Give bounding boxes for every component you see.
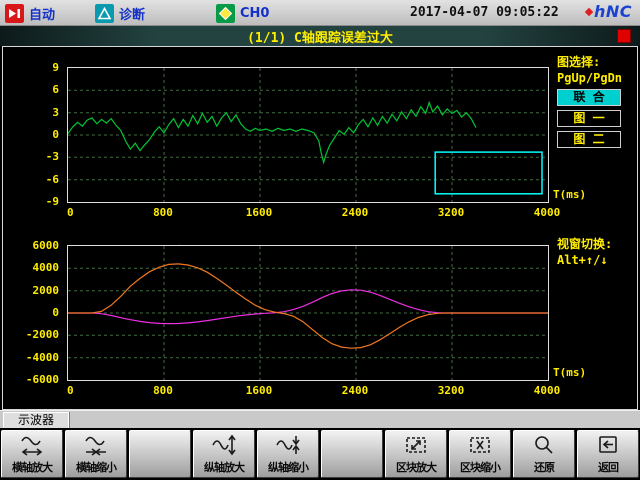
right-panel: 图选择: PgUp/PgDn 联 合 图 一 图 二 视窗切换: Alt+↑/↓ xyxy=(555,47,637,411)
alarm-indicator-light xyxy=(617,29,631,43)
blank-softkey-1[interactable] xyxy=(129,430,191,478)
vertical-zoom-in-icon xyxy=(211,433,237,461)
y-tick-label: 4000 xyxy=(3,261,59,274)
datetime-display: 2017-04-07 09:05:22 xyxy=(410,5,559,20)
back-return-icon xyxy=(595,433,621,461)
series-C xyxy=(68,290,548,324)
reset-view-label: 还原 xyxy=(514,459,574,475)
hzoom-out-button[interactable]: 横轴缩小 xyxy=(65,430,127,478)
hnc-logo-text: hNC xyxy=(594,2,632,21)
alarm-bar: (1/1) C轴跟踪误差过大 xyxy=(0,26,640,46)
auto-mode-label: 自动 xyxy=(29,4,55,23)
y-tick-label: -6 xyxy=(3,173,59,186)
block-zoom-in-label: 区块放大 xyxy=(386,459,446,475)
block-zoom-out-icon xyxy=(467,433,493,461)
y-tick-label: 2000 xyxy=(3,284,59,297)
y-tick-label: -3 xyxy=(3,150,59,163)
oscilloscope-area: E(Z-C)um 同步误差: Max: 4.366 um Min: -3.710… xyxy=(2,46,638,410)
reset-view-button[interactable]: 还原 xyxy=(513,430,575,478)
x-tick-label: 0 xyxy=(67,384,74,397)
x-tick-label: 800 xyxy=(153,384,173,397)
hzoom-in-button[interactable]: 横轴放大 xyxy=(1,430,63,478)
hnc-logo: hNC xyxy=(586,2,632,21)
auto-mode-icon xyxy=(5,4,24,23)
window-switch-title: 视窗切换: xyxy=(557,235,612,252)
block-zoom-in-icon xyxy=(403,433,429,461)
x-tick-label: 800 xyxy=(153,206,173,219)
y-tick-label: -6000 xyxy=(3,373,59,386)
softkey-toolbar: 横轴放大 横轴缩小 纵轴放大 xyxy=(0,428,640,480)
y-tick-label: 6 xyxy=(3,83,59,96)
x-tick-label: 3200 xyxy=(438,384,465,397)
blank-softkey-2[interactable] xyxy=(321,430,383,478)
chart-option-chart2[interactable]: 图 二 xyxy=(557,131,621,148)
x-tick-label: 1600 xyxy=(246,206,273,219)
y-tick-label: -4000 xyxy=(3,351,59,364)
vzoom-in-label: 纵轴放大 xyxy=(194,459,254,475)
y-tick-label: 6000 xyxy=(3,239,59,252)
horizontal-zoom-in-icon xyxy=(19,433,45,461)
y-tick-label: -2000 xyxy=(3,328,59,341)
speed-chart-block: Z (mm/min) / C (r/min) 6000400020000-200… xyxy=(3,225,636,409)
chart-select-group: 图选择: PgUp/PgDn 联 合 图 一 图 二 xyxy=(555,53,622,148)
back-label: 返回 xyxy=(578,459,638,475)
diagnosis-label: 诊断 xyxy=(119,4,145,23)
window-switch-group: 视窗切换: Alt+↑/↓ xyxy=(555,235,612,268)
hzoom-in-label: 横轴放大 xyxy=(2,459,62,475)
sync-error-plot[interactable] xyxy=(67,67,549,203)
speed-plot[interactable] xyxy=(67,245,549,381)
speed-y-axis: 6000400020000-2000-4000-6000 xyxy=(3,245,61,381)
diagnosis-icon xyxy=(95,4,114,23)
chart-select-title: 图选择: xyxy=(557,53,622,70)
mode-auto-button[interactable]: 自动 xyxy=(5,3,55,23)
block-zoom-in-button[interactable]: 区块放大 xyxy=(385,430,447,478)
series-E(Z-C) xyxy=(68,103,476,163)
block-zoom-out-label: 区块缩小 xyxy=(450,459,510,475)
speed-x-axis: 08001600240032004000 xyxy=(67,384,587,398)
hnc-logo-accent xyxy=(585,7,593,15)
sync-error-chart-block: E(Z-C)um 同步误差: Max: 4.366 um Min: -3.710… xyxy=(3,47,636,225)
x-tick-label: 1600 xyxy=(246,384,273,397)
y-tick-label: 9 xyxy=(3,61,59,74)
hzoom-out-label: 横轴缩小 xyxy=(66,459,126,475)
vertical-zoom-out-icon xyxy=(275,433,301,461)
x-tick-label: 0 xyxy=(67,206,74,219)
block-zoom-out-button[interactable]: 区块缩小 xyxy=(449,430,511,478)
magnifier-reset-icon xyxy=(531,433,557,461)
horizontal-zoom-out-icon xyxy=(83,433,109,461)
sync-error-y-axis: 9630-3-6-9 xyxy=(3,67,61,203)
y-tick-label: 0 xyxy=(3,128,59,141)
window-switch-keys: Alt+↑/↓ xyxy=(557,253,612,267)
channel-label: CH0 xyxy=(240,6,269,21)
tab-oscilloscope[interactable]: 示波器 xyxy=(3,412,69,428)
chart-select-keys: PgUp/PgDn xyxy=(557,71,622,85)
bottom-tab-bar: 示波器 xyxy=(0,410,640,428)
vzoom-out-label: 纵轴缩小 xyxy=(258,459,318,475)
back-button[interactable]: 返回 xyxy=(577,430,639,478)
x-tick-label: 3200 xyxy=(438,206,465,219)
diagnosis-button[interactable]: 诊断 xyxy=(95,3,145,23)
sync-error-x-axis: 08001600240032004000 xyxy=(67,206,587,220)
y-tick-label: -9 xyxy=(3,195,59,208)
channel-icon xyxy=(216,4,235,23)
cnc-scope-screen: 自动 诊断 CH0 2017-04-07 09:05:22 hNC (1/1) … xyxy=(0,0,640,480)
chart-option-combined[interactable]: 联 合 xyxy=(557,89,621,106)
x-tick-label: 2400 xyxy=(342,384,369,397)
chart-option-chart1[interactable]: 图 一 xyxy=(557,110,621,127)
vzoom-out-button[interactable]: 纵轴缩小 xyxy=(257,430,319,478)
grid-lines xyxy=(68,68,548,202)
y-tick-label: 0 xyxy=(3,306,59,319)
top-bar: 自动 诊断 CH0 2017-04-07 09:05:22 hNC xyxy=(0,0,640,26)
y-tick-label: 3 xyxy=(3,106,59,119)
vzoom-in-button[interactable]: 纵轴放大 xyxy=(193,430,255,478)
channel-button[interactable]: CH0 xyxy=(216,3,269,23)
selection-rectangle[interactable] xyxy=(435,152,542,194)
alarm-message: (1/1) C轴跟踪误差过大 xyxy=(247,27,393,46)
x-tick-label: 2400 xyxy=(342,206,369,219)
